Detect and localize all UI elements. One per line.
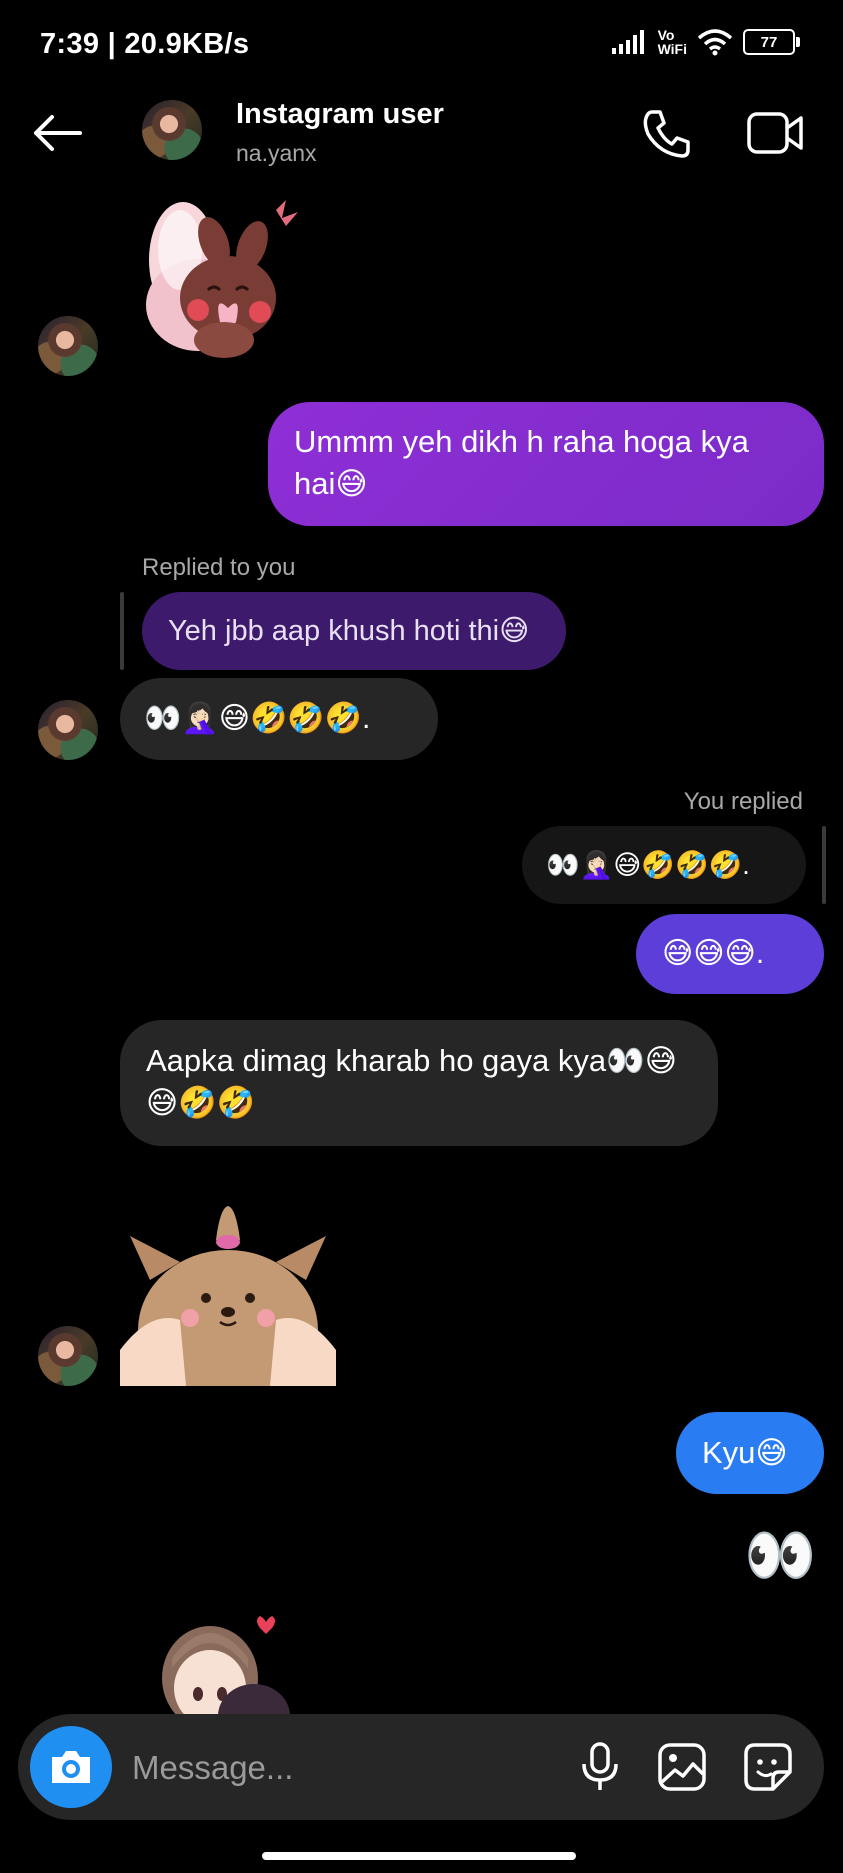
conversation-username[interactable]: na.yanx: [236, 140, 317, 167]
header-avatar[interactable]: [142, 100, 202, 160]
couple-sticker-image: [162, 1616, 290, 1714]
dog-sticker[interactable]: [120, 1200, 336, 1386]
wifi-icon: [697, 29, 733, 56]
camera-button[interactable]: [30, 1726, 112, 1808]
sender-avatar[interactable]: [38, 1326, 98, 1386]
video-camera-icon: [747, 112, 803, 154]
message-text: 👀: [744, 1523, 817, 1588]
quoted-message-bubble[interactable]: Yeh jbb aap khush hoti thi😅: [142, 592, 566, 670]
voice-message-button[interactable]: [574, 1740, 626, 1794]
reply-indicator-line: [822, 826, 826, 904]
emoji-message[interactable]: 👀: [744, 1524, 816, 1588]
dog-sticker-image: [120, 1206, 336, 1386]
received-message-bubble[interactable]: Aapka dimag kharab ho gaya kya👀😅😅🤣🤣: [120, 1020, 718, 1146]
phone-icon: [643, 110, 690, 158]
received-message-bubble[interactable]: 👀🤦🏻‍♀️😅🤣🤣🤣.: [120, 678, 438, 760]
camera-icon: [52, 1751, 90, 1783]
reply-label: You replied: [683, 788, 803, 815]
message-text: Kyu😅: [702, 1435, 788, 1470]
back-arrow-icon: [34, 115, 82, 151]
sender-avatar[interactable]: [38, 316, 98, 376]
sender-avatar[interactable]: [38, 700, 98, 760]
microphone-icon: [582, 1742, 618, 1790]
message-input[interactable]: [130, 1744, 554, 1792]
signal-icon: [611, 30, 644, 54]
conversation-title[interactable]: Instagram user: [236, 98, 444, 131]
reply-indicator-line: [120, 592, 124, 670]
vowifi-label: Vo WiFi: [657, 27, 687, 57]
message-text: 😅😅😅.: [662, 937, 765, 970]
gallery-icon: [658, 1743, 706, 1791]
sent-message-bubble[interactable]: Kyu😅: [676, 1412, 824, 1494]
bunny-sticker[interactable]: [128, 190, 308, 370]
status-time: 7:39 | 20.9KB/s: [40, 28, 250, 60]
couple-sticker[interactable]: [150, 1608, 300, 1714]
message-text: Aapka dimag kharab ho gaya kya👀😅😅🤣🤣: [146, 1043, 678, 1120]
message-text: 👀🤦🏻‍♀️😅🤣🤣🤣.: [144, 702, 371, 735]
message-composer: [18, 1714, 824, 1820]
battery-level: 77: [760, 33, 778, 51]
quoted-message-bubble[interactable]: 👀🤦🏻‍♀️😅🤣🤣🤣.: [522, 826, 806, 904]
quoted-text: 👀🤦🏻‍♀️😅🤣🤣🤣.: [546, 850, 750, 880]
status-icons: Vo WiFi 77: [611, 27, 800, 57]
message-text: Ummm yeh dikh h raha hoga kya hai😅: [294, 424, 749, 501]
reply-label: Replied to you: [142, 554, 296, 581]
battery-indicator: 77: [743, 29, 800, 55]
gallery-button[interactable]: [654, 1740, 710, 1794]
back-button[interactable]: [30, 108, 84, 158]
sticker-button[interactable]: [740, 1740, 796, 1794]
home-indicator: [262, 1852, 576, 1860]
bunny-sticker-image: [146, 200, 298, 358]
quoted-text: Yeh jbb aap khush hoti thi😅: [168, 615, 530, 647]
sent-message-bubble[interactable]: Ummm yeh dikh h raha hoga kya hai😅: [268, 402, 824, 526]
call-button[interactable]: [638, 106, 694, 162]
video-call-button[interactable]: [746, 108, 804, 158]
sticker-icon: [744, 1743, 792, 1791]
sent-message-bubble[interactable]: 😅😅😅.: [636, 914, 824, 994]
